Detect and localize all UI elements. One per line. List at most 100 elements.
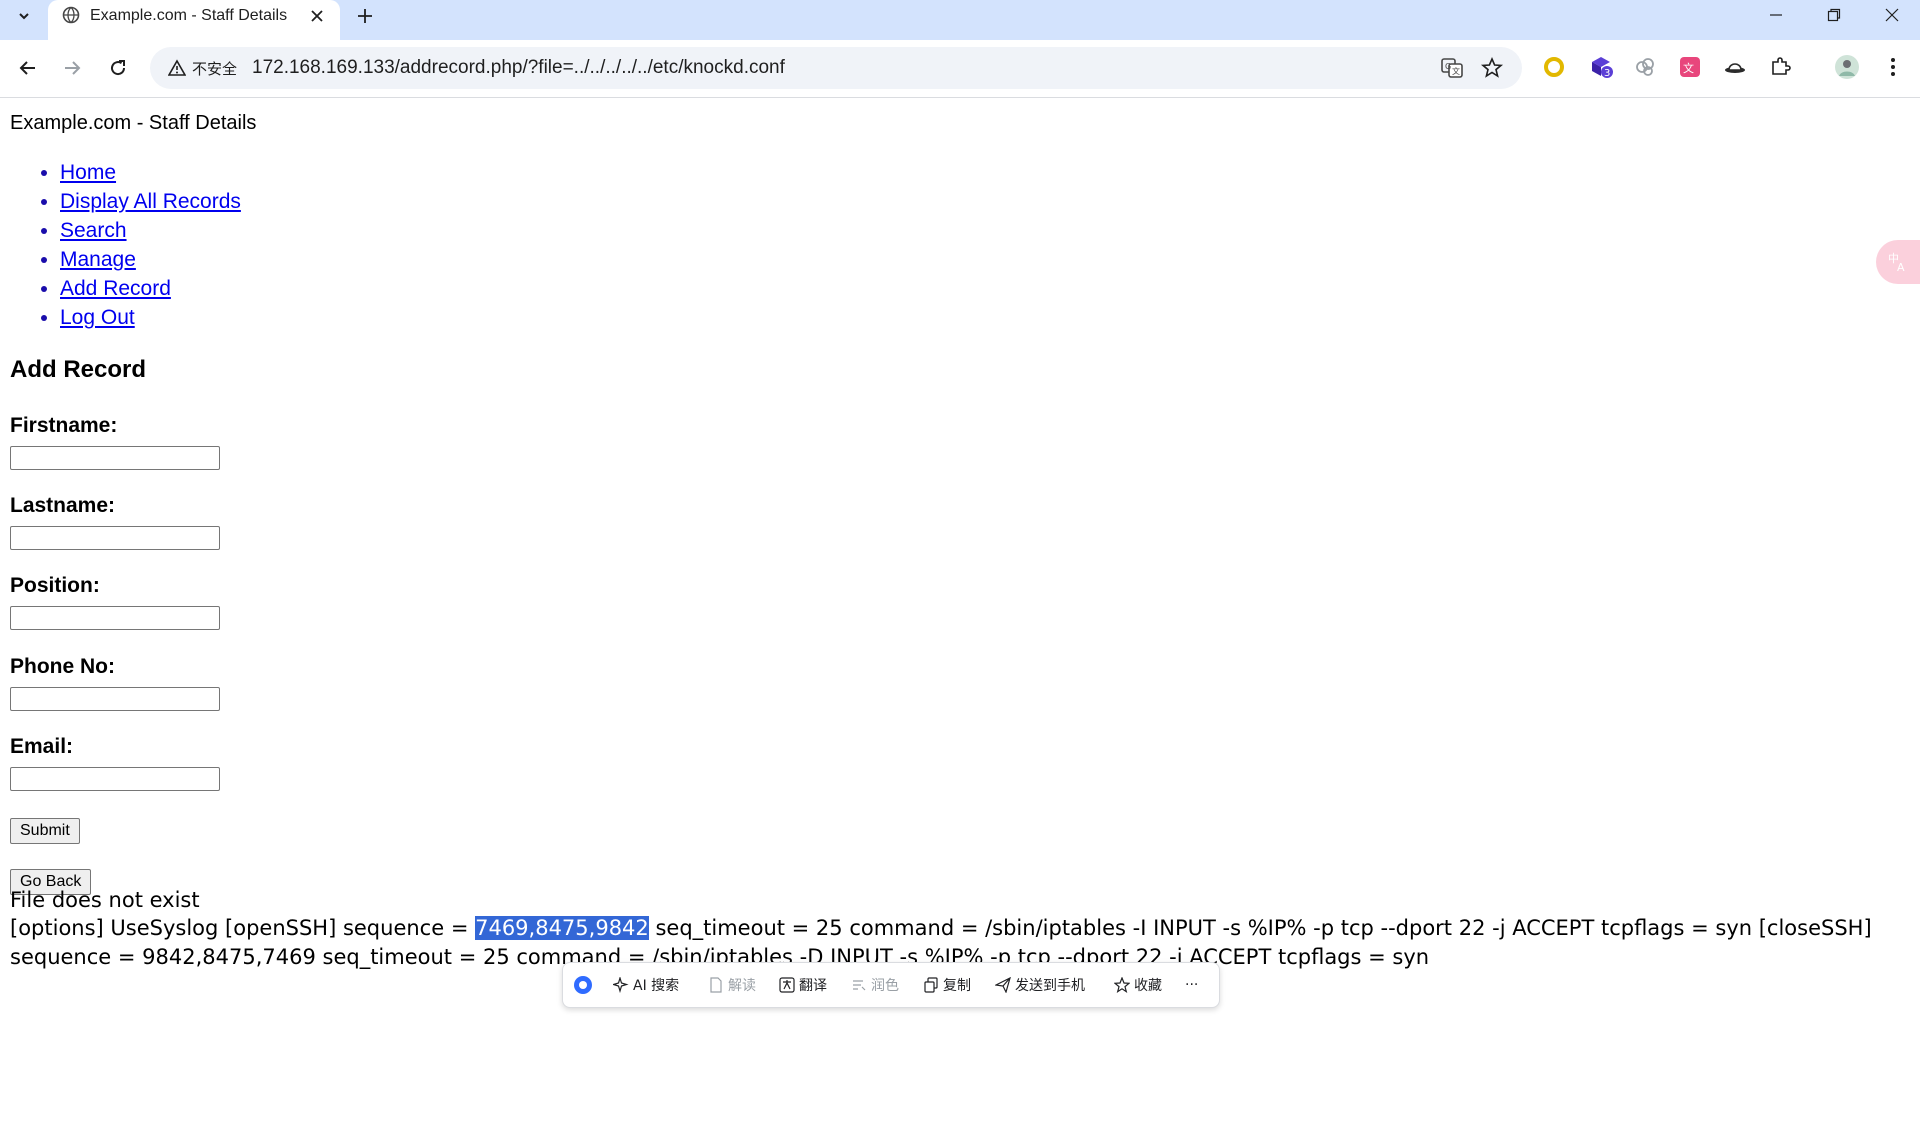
output-text-before: [options] UseSyslog [openSSH] sequence =	[10, 916, 476, 940]
nav-item-display-all: Display All Records	[60, 187, 241, 216]
phone-label: Phone No:	[10, 655, 115, 678]
firstname-input[interactable]	[10, 446, 220, 470]
extension-translate-icon[interactable]: 文	[1677, 54, 1703, 80]
tab-staff-details[interactable]: Example.com - Staff Details -	[48, 0, 340, 40]
kebab-menu-icon	[1891, 58, 1895, 76]
nav-link-display-all-records[interactable]: Display All Records	[60, 190, 241, 213]
polish-label: 润色	[871, 978, 899, 994]
chevron-down-icon	[19, 13, 29, 20]
arrow-left-icon	[19, 61, 35, 75]
nav-item-log-out: Log Out	[60, 303, 241, 332]
nav-link-manage[interactable]: Manage	[60, 248, 136, 271]
nav-link-add-record[interactable]: Add Record	[60, 277, 171, 300]
warning-icon	[168, 59, 186, 76]
star-icon[interactable]	[1480, 56, 1504, 80]
profile-button[interactable]	[1834, 54, 1860, 80]
email-input[interactable]	[10, 767, 220, 791]
submit-button[interactable]: Submit	[10, 818, 80, 844]
translate-icon: 中A	[1888, 252, 1905, 274]
extension-hat-icon[interactable]	[1722, 54, 1748, 80]
translate-badge-icon: 文	[1680, 57, 1700, 77]
polish-button[interactable]: 润色	[851, 973, 899, 997]
extension-link-icon[interactable]	[1632, 54, 1658, 80]
security-indicator[interactable]: 不安全	[158, 52, 247, 84]
copy-label: 复制	[943, 978, 971, 994]
selection-logo[interactable]	[573, 973, 593, 997]
browser-logo-icon	[574, 976, 592, 994]
lastname-label: Lastname:	[10, 494, 116, 517]
favorite-label: 收藏	[1134, 978, 1162, 994]
nav-item-search: Search	[60, 216, 241, 245]
nav-item-add-record: Add Record	[60, 274, 241, 303]
back-button[interactable]	[12, 52, 44, 84]
svg-text:文: 文	[1683, 61, 1694, 75]
copy-button[interactable]: 复制	[923, 973, 971, 997]
close-icon	[1885, 8, 1899, 22]
translate-icon[interactable]: G 文	[1440, 56, 1464, 80]
extensions-button[interactable]	[1767, 54, 1793, 80]
restore-icon	[1827, 8, 1841, 22]
avatar	[1835, 55, 1859, 79]
puzzle-icon	[1772, 57, 1791, 75]
restore-button[interactable]	[1806, 0, 1862, 30]
email-label: Email:	[10, 735, 74, 758]
firstname-label: Firstname:	[10, 414, 118, 437]
site-title: Example.com - Staff Details	[10, 112, 257, 134]
nav-link-log-out[interactable]: Log Out	[60, 306, 135, 329]
polish-icon	[853, 980, 866, 991]
forward-button[interactable]	[56, 52, 88, 84]
reload-button[interactable]	[102, 52, 134, 84]
reload-icon	[111, 60, 126, 76]
translate-button[interactable]: 翻译	[779, 973, 827, 997]
error-message: File does not exist	[10, 888, 200, 912]
close-icon[interactable]	[306, 5, 328, 27]
nav-item-manage: Manage	[60, 245, 241, 274]
translate-icon	[779, 977, 795, 993]
nav-link-home[interactable]: Home	[60, 161, 116, 184]
extension-cube-icon[interactable]: 3	[1589, 54, 1615, 80]
selection-toolbar: AI 搜索 解读 翻译 润色 复制 发送到手机 收藏 ···	[562, 962, 1220, 1008]
minimize-icon	[1770, 14, 1782, 16]
link-icon	[1636, 58, 1654, 76]
form-heading: Add Record	[10, 356, 147, 383]
selected-text[interactable]: 7469,8475,9842	[475, 916, 649, 940]
cube-icon: 3	[1592, 57, 1613, 79]
document-icon	[710, 977, 722, 993]
ai-search-label: AI 搜索	[633, 978, 680, 994]
send-to-phone-label: 发送到手机	[1015, 978, 1085, 994]
nav-link-search[interactable]: Search	[60, 219, 127, 242]
sparkle-icon	[613, 977, 629, 993]
ai-search-button[interactable]: AI 搜索	[613, 973, 679, 997]
window-close-button[interactable]	[1864, 0, 1920, 30]
star-icon	[1114, 977, 1130, 993]
phone-input[interactable]	[10, 687, 220, 711]
send-icon	[995, 977, 1011, 993]
position-input[interactable]	[10, 606, 220, 630]
floating-translate-widget[interactable]: 中A	[1876, 240, 1920, 284]
site-nav: Home Display All Records Search Manage A…	[10, 158, 241, 332]
tab-search-button[interactable]	[10, 2, 38, 30]
explain-label: 解读	[728, 978, 756, 994]
menu-button[interactable]	[1880, 54, 1906, 80]
position-label: Position:	[10, 574, 100, 597]
send-to-phone-button[interactable]: 发送到手机	[995, 973, 1085, 997]
arrow-right-icon	[65, 61, 81, 75]
security-label: 不安全	[192, 60, 238, 78]
minimize-button[interactable]	[1748, 0, 1804, 30]
svg-text:A: A	[1897, 261, 1905, 274]
lastname-input[interactable]	[10, 526, 220, 550]
more-button[interactable]: ···	[1185, 973, 1198, 997]
explain-button[interactable]: 解读	[708, 973, 756, 997]
nav-item-home: Home	[60, 158, 241, 187]
ring-icon	[1544, 57, 1564, 77]
hat-icon	[1725, 63, 1745, 73]
extension-circle-icon[interactable]	[1541, 54, 1567, 80]
favorite-button[interactable]: 收藏	[1114, 973, 1162, 997]
translate-label: 翻译	[799, 978, 827, 994]
url-text[interactable]: 172.168.169.133/addrecord.php/?file=../.…	[252, 57, 785, 79]
address-bar[interactable]: 不安全 172.168.169.133/addrecord.php/?file=…	[150, 47, 1522, 89]
svg-text:G: G	[1445, 62, 1451, 71]
tab-title: Example.com - Staff Details -	[90, 7, 290, 24]
new-tab-icon[interactable]	[352, 3, 378, 29]
copy-icon	[924, 977, 938, 993]
